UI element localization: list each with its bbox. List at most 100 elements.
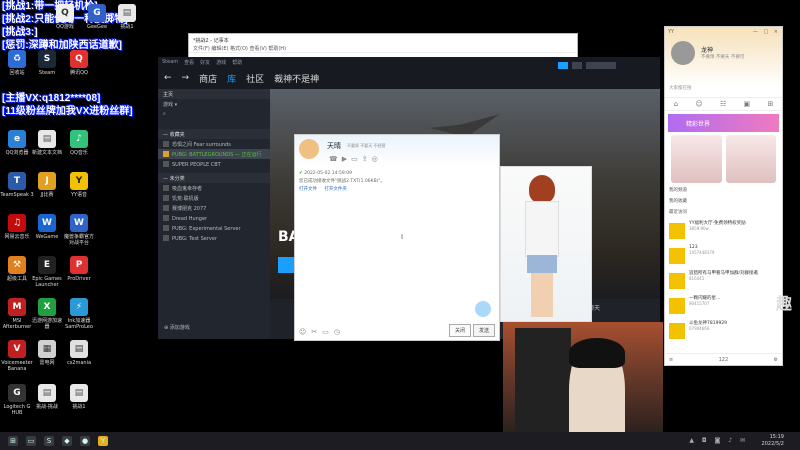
channel-item[interactable]: YY福利大厅-免费领特权奖励 3859.90w — [665, 220, 782, 245]
desktop-icon-text-doc[interactable]: ▤ 新建文本文档 — [30, 130, 64, 156]
screen-share-icon[interactable]: ▭ — [351, 155, 362, 163]
game-item-pubg-test[interactable]: PUBG: Test Server — [158, 233, 270, 243]
desktop-icon-qq[interactable]: Q 腾讯QQ — [62, 50, 96, 76]
favorites-header[interactable]: — 收藏夹 — [158, 129, 270, 139]
open-folder-link[interactable]: 打开文件夹 — [324, 187, 347, 192]
open-file-link[interactable]: 打开文件 — [299, 187, 317, 192]
desktop-icon-yy[interactable]: Y YY语音 — [62, 172, 96, 198]
folder-icon[interactable]: ▭ — [322, 328, 334, 336]
desktop-icon-geegee[interactable]: G GeeGee — [80, 4, 114, 30]
taskbar-file-explorer-icon[interactable]: ▭ — [26, 436, 36, 446]
forward-arrow-icon[interactable]: → — [182, 73, 190, 83]
steam-menu-friends[interactable]: 好友 — [200, 59, 210, 66]
add-game-button[interactable]: ⊕ 添加游戏 — [164, 324, 190, 331]
desktop-icon-jj[interactable]: J JJ比赛 — [30, 172, 64, 198]
back-arrow-icon[interactable]: ← — [164, 73, 172, 83]
desktop-icon-voicemeeter[interactable]: V Voicemeeter Banana — [0, 340, 34, 372]
channel-item[interactable]: 斗鱼龙神7819929 07904666 — [665, 320, 782, 345]
desktop-icon-msi[interactable]: M MSI Afterburner — [0, 298, 34, 330]
group-icon[interactable]: ☷ — [720, 100, 726, 108]
steam-menu-help[interactable]: 帮助 — [232, 59, 242, 66]
user-icon[interactable]: ☺ — [695, 100, 702, 108]
taskbar-steam-icon[interactable]: S — [44, 436, 54, 446]
tab-community[interactable]: 社区 — [246, 72, 264, 85]
promo-photo-1[interactable] — [671, 135, 722, 183]
remote-icon[interactable]: ◎ — [372, 155, 382, 163]
menu-my-favorites[interactable]: 我的收藏 — [669, 198, 778, 204]
yy-promo-photos[interactable] — [665, 135, 782, 183]
channel-icon[interactable]: ▣ — [744, 100, 751, 108]
yy-search-input[interactable]: 大家都在搜 — [669, 85, 692, 91]
contact-avatar[interactable] — [299, 139, 319, 159]
desktop-icon-tool[interactable]: ⚒ 超级工具 — [0, 256, 34, 282]
qq-chat-window[interactable]: 天晴 不要烦 不要天 不经营 ☎▶▭⇪◎ ✔ 2022-05-02 14:59:… — [294, 134, 500, 341]
send-button[interactable]: 发送 — [472, 324, 495, 337]
desktop-icon-steam[interactable]: S Steam — [30, 50, 64, 76]
desktop-icon-recycle-bin[interactable]: ♻ 回收站 — [0, 50, 34, 76]
add-friend-icon[interactable]: ⊞ — [767, 100, 773, 108]
steam-menu-view[interactable]: 查看 — [184, 59, 194, 66]
desktop-icon-doc[interactable]: ▤ 挑战-挑战 — [30, 384, 64, 410]
channel-item[interactable]: 一颗闪耀的星… 90415707 — [665, 295, 782, 320]
yy-banner[interactable]: 精彩世界 — [668, 114, 779, 132]
desktop-icon-cs2mania[interactable]: ▤ cs2mania — [62, 340, 96, 366]
desktop-icon-netease-music[interactable]: ♫ 网易云音乐 — [0, 214, 34, 240]
emoji-icon[interactable]: ☺ — [299, 328, 311, 336]
game-item-fear-surrounds[interactable]: 恐惧之间 Fear surrounds — [158, 139, 270, 149]
system-tray[interactable]: ▲ ◘ ◙ ♪ ✉ — [689, 437, 748, 444]
game-item-pubg-experimental[interactable]: PUBG: Experimental Server — [158, 223, 270, 233]
tab-profile[interactable]: 裁神不是神 — [274, 72, 319, 85]
steam-menu-steam[interactable]: Steam — [162, 59, 178, 65]
menu-recent[interactable]: 最近访问 — [669, 209, 778, 215]
game-item-pubg[interactable]: PUBG: BATTLEGROUNDS — 正在运行 — [158, 149, 270, 159]
steam-notification-button[interactable] — [572, 62, 582, 69]
uncategorized-header[interactable]: — 未分类 — [158, 173, 270, 183]
game-item-cyberpunk[interactable]: 赛博朋克 2077 — [158, 203, 270, 213]
desktop-icon-epic[interactable]: E Epic Games Launcher — [30, 256, 64, 288]
steam-broadcast-button[interactable] — [558, 62, 568, 69]
desktop-icon-logitech[interactable]: G Logitech G HUB — [0, 384, 34, 416]
sidebar-search[interactable]: ⌕ — [158, 109, 270, 119]
desktop-icon-qq-game[interactable]: Q QQ游戏 — [48, 4, 82, 30]
window-controls[interactable]: — □ × — [753, 29, 780, 35]
voice-call-icon[interactable]: ☎ — [329, 155, 342, 163]
desktop-icon-doc-top[interactable]: ▤ 挑战1 — [110, 4, 144, 30]
desktop-icon-xunyou[interactable]: X 迅游网游加速器 — [30, 298, 64, 330]
desktop-icon-warcraft[interactable]: W 魔兽争霸官方对战平台 — [62, 214, 96, 246]
video-call-icon[interactable]: ▶ — [342, 155, 351, 163]
history-icon[interactable]: ◷ — [334, 328, 345, 336]
file-transfer-icon[interactable]: ⇪ — [362, 155, 372, 163]
tab-store[interactable]: 商店 — [199, 72, 217, 85]
taskbar-clock[interactable]: 15:19 2022/5/2 — [762, 434, 784, 448]
sidebar-games-filter[interactable]: 游戏 ▾ — [158, 99, 270, 109]
notepad-menubar[interactable]: 文件(F) 编辑(E) 格式(O) 查看(V) 帮助(H) — [189, 45, 577, 53]
taskbar-yy-icon[interactable]: Y — [98, 436, 108, 446]
desktop-icon-prodriver[interactable]: P ProDriver — [62, 256, 96, 282]
channel-item[interactable]: 123 1457448379 — [665, 245, 782, 270]
desktop-icon-wegame[interactable]: W WeGame — [30, 214, 64, 240]
channel-item[interactable]: 追猎所有马甲看马甲加群/刘群接邀 816445 — [665, 270, 782, 295]
game-item-super-people[interactable]: SUPER PEOPLE CBT — [158, 159, 270, 169]
promo-photo-2[interactable] — [725, 135, 776, 183]
tab-library[interactable]: 库 — [227, 72, 236, 85]
steam-account-button[interactable] — [586, 62, 616, 69]
game-item-dont-starve[interactable]: 饥荒:联机版 — [158, 193, 270, 203]
sidebar-home[interactable]: 主页 — [158, 89, 270, 99]
desktop-icon-qq-browser[interactable]: e QQ浏览器 — [0, 130, 34, 156]
windows-start-icon[interactable]: ⊞ — [8, 436, 18, 446]
desktop-icon-doc-2[interactable]: ▤ 挑战1 — [62, 384, 96, 410]
game-item-dread-hunger[interactable]: Dread Hunger — [158, 213, 270, 223]
desktop-icon-teamspeak[interactable]: T TeamSpeak 3 — [0, 172, 34, 198]
scissors-icon[interactable]: ✂ — [311, 328, 322, 336]
game-item-vampire[interactable]: 吸血鬼幸存者 — [158, 183, 270, 193]
chat-float-button[interactable] — [475, 301, 491, 317]
home-icon[interactable]: ⌂ — [674, 100, 678, 108]
settings-icon[interactable]: ⚙ — [774, 357, 778, 363]
steam-menu-games[interactable]: 游戏 — [216, 59, 226, 66]
desktop-icon-accelerator[interactable]: ⚡ Ink加速器 SamProLeo — [62, 298, 96, 330]
yy-panel[interactable]: YY — □ × 龙神 不要烦 不要天 不要可 大家都在搜 ⌂ ☺ ☷ ▣ ⊞ … — [664, 26, 783, 366]
desktop-icon-qq-music[interactable]: ♪ QQ音乐 — [62, 130, 96, 156]
taskbar-app-icon-2[interactable]: ● — [80, 436, 90, 446]
yy-avatar[interactable] — [671, 41, 695, 65]
menu-my-channels[interactable]: 我的频道 — [669, 187, 778, 193]
